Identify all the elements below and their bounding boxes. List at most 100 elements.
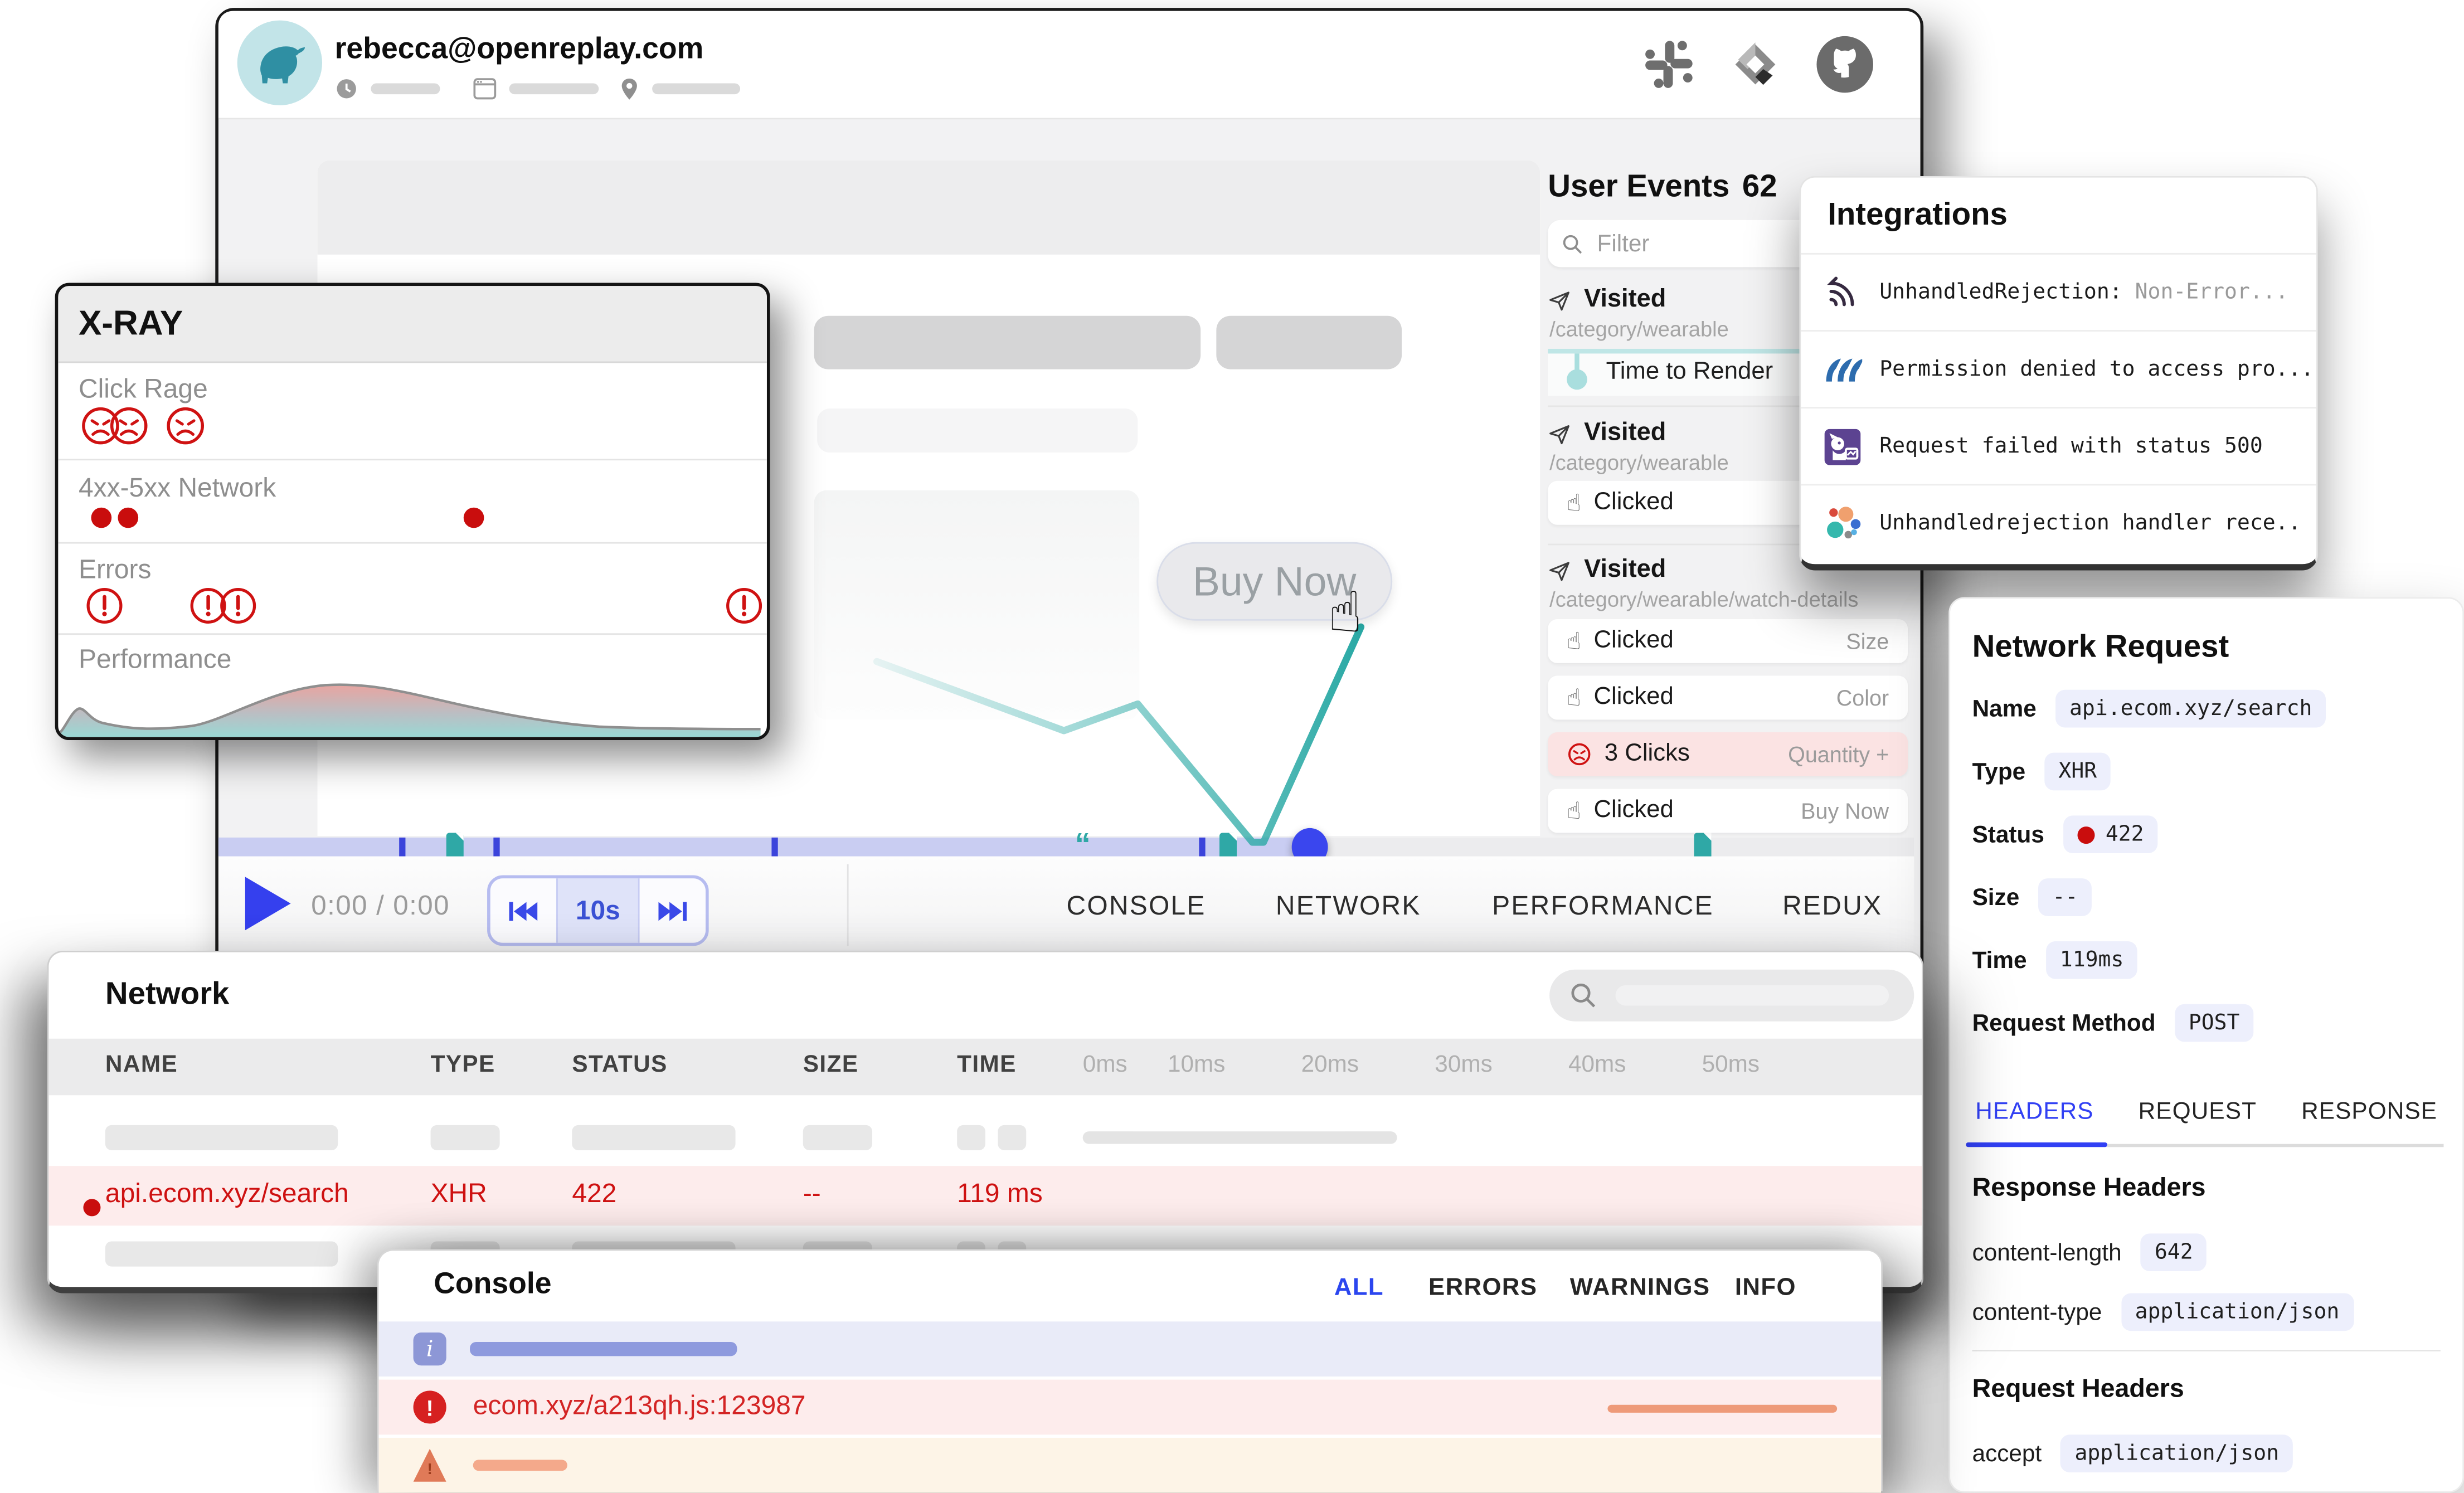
network-error-dot[interactable] xyxy=(91,508,112,528)
error-icon[interactable] xyxy=(85,586,124,625)
play-button[interactable] xyxy=(245,877,291,930)
event-label: 3 Clicks xyxy=(1605,740,1690,769)
timeline-page-marker[interactable] xyxy=(446,833,464,859)
tab-network[interactable]: NETWORK xyxy=(1276,891,1421,922)
network-request-panel: Network Request Name api.ecom.xyz/search… xyxy=(1948,597,2464,1492)
integration-row-elastic[interactable]: Unhandledrejection handler rece.. xyxy=(1801,484,2316,561)
github-icon[interactable] xyxy=(1814,33,1877,96)
network-error-dot[interactable] xyxy=(118,508,138,528)
session-meta-browser xyxy=(473,77,599,100)
col-type[interactable]: TYPE xyxy=(431,1051,495,1078)
network-search-field[interactable] xyxy=(1549,970,1914,1022)
angry-face-icon[interactable] xyxy=(109,405,149,446)
tab-headers[interactable]: HEADERS xyxy=(1975,1098,2093,1139)
event-visited-2[interactable]: Visited xyxy=(1548,420,1666,448)
event-clicked-buynow-card[interactable]: ☝ Clicked Buy Now xyxy=(1548,789,1908,833)
event-target: Color xyxy=(1836,685,1889,710)
placeholder-cell xyxy=(105,1125,338,1150)
event-clicked-color-card[interactable]: ☝ Clicked Color xyxy=(1548,675,1908,719)
avatar xyxy=(237,21,322,105)
console-tab-all[interactable]: ALL xyxy=(1334,1275,1384,1303)
integration-message: Permission denied to access pro... xyxy=(1879,357,2314,382)
user-email: rebecca@openreplay.com xyxy=(335,33,704,67)
integration-message: UnhandledRejection: Non-Error... xyxy=(1879,280,2288,305)
table-row-placeholder[interactable] xyxy=(48,1110,1922,1166)
integration-message: Unhandledrejection handler rece.. xyxy=(1879,510,2301,536)
field-value: 119ms xyxy=(2045,941,2137,979)
meta-placeholder-bar xyxy=(509,83,599,94)
event-target: Size xyxy=(1846,629,1889,654)
skip-forward-icon xyxy=(658,899,687,921)
console-row-warning[interactable]: ! xyxy=(379,1438,1882,1493)
tab-performance[interactable]: PERFORMANCE xyxy=(1492,891,1714,922)
error-icon: ! xyxy=(414,1390,446,1423)
timeline-event-tick[interactable] xyxy=(399,838,405,857)
skeleton-bar xyxy=(1216,316,1402,369)
table-row-error[interactable]: api.ecom.xyz/search XHR 422 -- 119 ms xyxy=(48,1166,1922,1225)
click-hand-icon: ☝ xyxy=(1567,491,1581,514)
network-request-title: Network Request xyxy=(1972,630,2229,667)
waterfall-tick: 30ms xyxy=(1435,1051,1492,1078)
event-visited-1[interactable]: Visited xyxy=(1548,286,1666,314)
event-clicked-size-card[interactable]: ☝ Clicked Size xyxy=(1548,619,1908,663)
error-icon[interactable] xyxy=(725,586,764,625)
datadog-icon xyxy=(1823,427,1862,466)
ttr-label: Time to Render xyxy=(1606,358,1773,387)
header-content-type: content-type application/json xyxy=(1972,1281,2447,1344)
angry-face-icon[interactable] xyxy=(165,405,206,446)
skip-forward-button[interactable] xyxy=(640,878,706,943)
network-table-header: NAME TYPE STATUS SIZE TIME 0ms 10ms 20ms… xyxy=(48,1039,1922,1096)
tab-request[interactable]: REQUEST xyxy=(2139,1098,2257,1139)
integrations-title: Integrations xyxy=(1828,198,2008,234)
error-icon[interactable] xyxy=(218,586,257,625)
skip-back-button[interactable] xyxy=(490,878,556,943)
timeline-event-tick[interactable] xyxy=(493,838,499,857)
jira-icon[interactable] xyxy=(1726,35,1785,94)
cell-type: XHR xyxy=(431,1179,487,1210)
integration-row-datadog[interactable]: Request failed with status 500 xyxy=(1801,407,2316,484)
network-error-dot[interactable] xyxy=(464,508,484,528)
col-name[interactable]: NAME xyxy=(105,1051,178,1078)
click-hand-icon: ☝ xyxy=(1567,686,1581,709)
col-size[interactable]: SIZE xyxy=(803,1051,859,1078)
panel-divider xyxy=(1972,1350,2441,1351)
meta-placeholder-bar xyxy=(652,83,740,94)
console-tab-errors[interactable]: ERRORS xyxy=(1428,1275,1537,1303)
event-label: Visited xyxy=(1584,286,1666,314)
waterfall-tick: 0ms xyxy=(1083,1051,1127,1078)
tab-console[interactable]: CONSOLE xyxy=(1066,891,1206,922)
timeline-page-marker[interactable] xyxy=(1694,833,1712,859)
click-hand-icon: ☝ xyxy=(1567,799,1581,823)
console-row-error[interactable]: ! ecom.xyz/a213qh.js:123987 xyxy=(379,1380,1882,1435)
skip-back-icon xyxy=(509,899,538,921)
console-tab-warnings[interactable]: WARNINGS xyxy=(1570,1275,1710,1303)
col-time[interactable]: TIME xyxy=(957,1051,1017,1078)
event-visited-3[interactable]: Visited xyxy=(1548,556,1666,585)
tab-response[interactable]: RESPONSE xyxy=(2301,1098,2437,1139)
integration-row-rollbar[interactable]: Permission denied to access pro... xyxy=(1801,330,2316,407)
event-rage-clicks-card[interactable]: 3 Clicks Quantity + xyxy=(1548,732,1908,776)
log-placeholder-bar xyxy=(1607,1405,1837,1413)
field-size: Size -- xyxy=(1972,866,2447,929)
info-icon: i xyxy=(414,1332,446,1365)
header-value: application/json xyxy=(2060,1434,2293,1472)
event-label: Clicked xyxy=(1593,797,1673,825)
cell-size: -- xyxy=(803,1179,821,1210)
xray-divider xyxy=(58,459,767,460)
tab-redux[interactable]: REDUX xyxy=(1782,891,1882,922)
log-placeholder-bar xyxy=(473,1460,567,1471)
console-row-info[interactable]: i xyxy=(379,1321,1882,1377)
warning-icon: ! xyxy=(414,1449,446,1482)
skip-interval-label[interactable]: 10s xyxy=(556,878,639,943)
console-tab-info[interactable]: INFO xyxy=(1735,1275,1796,1303)
col-status[interactable]: STATUS xyxy=(572,1051,667,1078)
integration-row-sentry[interactable]: UnhandledRejection: Non-Error... xyxy=(1801,253,2316,330)
timeline-event-tick[interactable] xyxy=(771,838,777,857)
request-detail-tabs: HEADERS REQUEST RESPONSE xyxy=(1950,1098,2462,1139)
placeholder-cell xyxy=(957,1125,985,1150)
field-request-method: Request Method POST xyxy=(1972,991,2447,1054)
event-label: Clicked xyxy=(1593,489,1673,517)
session-meta-duration xyxy=(335,77,440,100)
slack-icon[interactable] xyxy=(1641,36,1698,93)
ttr-marker-dot xyxy=(1567,369,1587,390)
